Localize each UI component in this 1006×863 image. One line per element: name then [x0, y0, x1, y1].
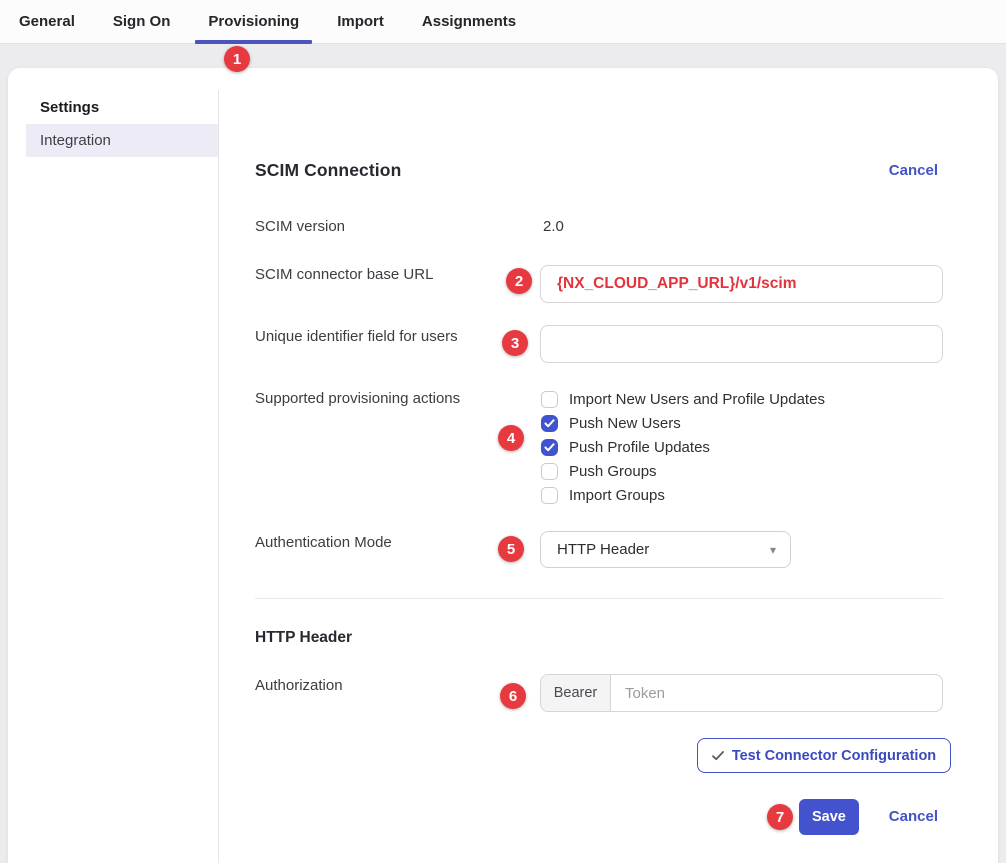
checkbox-row-push-new-users[interactable]: Push New Users [541, 411, 681, 435]
checkbox-row-push-profile-updates[interactable]: Push Profile Updates [541, 435, 710, 459]
cancel-link-top[interactable]: Cancel [889, 162, 938, 179]
tab-sign-on[interactable]: Sign On [94, 0, 190, 43]
tab-provisioning[interactable]: Provisioning [189, 0, 318, 43]
checkbox-label: Import New Users and Profile Updates [569, 391, 825, 408]
annotation-badge-2: 2 [506, 268, 532, 294]
checkbox-push-profile-updates[interactable] [541, 439, 558, 456]
checkbox-import-new-users[interactable] [541, 391, 558, 408]
check-icon [544, 443, 555, 452]
checkbox-label: Push Groups [569, 463, 657, 480]
tab-assignments[interactable]: Assignments [403, 0, 535, 43]
auth-mode-selected-value: HTTP Header [557, 541, 649, 558]
checkbox-push-new-users[interactable] [541, 415, 558, 432]
app-tab-bar: General Sign On Provisioning Import Assi… [0, 0, 1006, 44]
checkbox-row-push-groups[interactable]: Push Groups [541, 459, 657, 483]
test-connector-configuration-button[interactable]: Test Connector Configuration [697, 738, 951, 773]
checkbox-label: Push New Users [569, 415, 681, 432]
cancel-button-bottom[interactable]: Cancel [889, 808, 938, 825]
annotation-badge-1: 1 [224, 46, 250, 72]
base-url-input[interactable] [540, 265, 943, 303]
checkbox-row-import-new-users[interactable]: Import New Users and Profile Updates [541, 387, 825, 411]
check-icon [544, 419, 555, 428]
http-header-section-title: HTTP Header [255, 629, 352, 647]
sidebar-item-integration[interactable]: Integration [26, 124, 218, 157]
bearer-prefix: Bearer [541, 675, 611, 711]
checkbox-import-groups[interactable] [541, 487, 558, 504]
annotation-badge-7: 7 [767, 804, 793, 830]
tab-import[interactable]: Import [318, 0, 403, 43]
section-divider [255, 598, 943, 599]
tab-general[interactable]: General [0, 0, 94, 43]
provisioning-settings-card: Settings Integration SCIM Connection Can… [8, 68, 998, 863]
checkbox-push-groups[interactable] [541, 463, 558, 480]
page-title: SCIM Connection [255, 160, 401, 181]
auth-mode-label: Authentication Mode [255, 533, 392, 553]
authorization-input-group: Bearer [540, 674, 943, 712]
save-button[interactable]: Save [799, 799, 859, 835]
scim-version-label: SCIM version [255, 217, 345, 237]
test-connector-configuration-label: Test Connector Configuration [732, 748, 936, 764]
check-icon [712, 751, 724, 761]
auth-mode-select[interactable]: HTTP Header ▾ [540, 531, 791, 568]
annotation-badge-3: 3 [502, 330, 528, 356]
sidebar-header: Settings [40, 98, 99, 118]
token-input[interactable] [611, 675, 942, 711]
unique-identifier-input[interactable] [540, 325, 943, 363]
base-url-label: SCIM connector base URL [255, 265, 433, 285]
checkbox-label: Push Profile Updates [569, 439, 710, 456]
scim-version-value: 2.0 [543, 217, 564, 237]
annotation-badge-4: 4 [498, 425, 524, 451]
checkbox-label: Import Groups [569, 487, 665, 504]
authorization-label: Authorization [255, 676, 343, 696]
chevron-down-icon: ▾ [770, 543, 776, 557]
unique-identifier-label: Unique identifier field for users [255, 327, 458, 347]
checkbox-row-import-groups[interactable]: Import Groups [541, 483, 665, 507]
annotation-badge-5: 5 [498, 536, 524, 562]
provisioning-actions-label: Supported provisioning actions [255, 389, 460, 409]
sidebar-divider [218, 90, 219, 863]
annotation-badge-6: 6 [500, 683, 526, 709]
sidebar-item-label: Integration [40, 132, 111, 149]
